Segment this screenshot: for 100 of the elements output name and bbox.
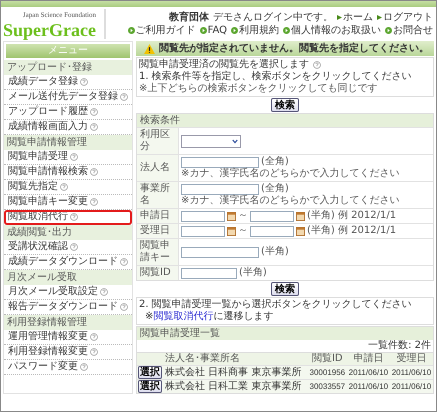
instruction-text: 2. 閲覧申請受理一覧から選択ボタンをクリックしてください bbox=[139, 299, 413, 310]
help-icon[interactable] bbox=[90, 333, 98, 341]
triangle-icon bbox=[377, 15, 382, 20]
menu-section: 月次メール受取 bbox=[4, 270, 132, 285]
date-field[interactable] bbox=[250, 210, 294, 222]
circle-arrow-icon bbox=[128, 27, 135, 34]
caret-icon bbox=[232, 138, 238, 144]
warning-icon bbox=[144, 44, 155, 54]
menu-item[interactable]: 成績データ登録 bbox=[4, 75, 132, 90]
calendar-icon[interactable] bbox=[227, 226, 236, 236]
instruction-text: に遷移します bbox=[213, 311, 274, 323]
help-icon[interactable] bbox=[70, 153, 78, 161]
instruction-note: ※上下どちらの検索ボタンをクリックしても同じです bbox=[139, 83, 378, 95]
menu-item[interactable]: 利用登録情報変更 bbox=[4, 345, 132, 360]
help-icon[interactable] bbox=[60, 183, 68, 191]
range-separator: ～ bbox=[238, 210, 248, 222]
form-title: 検索条件 bbox=[137, 114, 433, 127]
input-field[interactable] bbox=[181, 184, 259, 194]
instruction-text: 閲覧申請受理済の閲覧先を選択します bbox=[139, 59, 309, 70]
note-mark: ※ bbox=[145, 311, 154, 323]
help-icon[interactable] bbox=[120, 303, 128, 311]
menu-item[interactable]: アップロード履歴 bbox=[4, 105, 132, 120]
menu-item[interactable]: 月次メール受取設定 bbox=[4, 285, 132, 300]
menu-section: 閲覧申請情報管理 bbox=[4, 135, 132, 150]
menu-item[interactable]: 受講状況確認 bbox=[4, 240, 132, 255]
help-icon[interactable] bbox=[90, 168, 98, 176]
calendar-icon[interactable] bbox=[227, 212, 236, 220]
menu-item[interactable]: パスワード変更 bbox=[4, 360, 132, 375]
circle-arrow-icon bbox=[231, 27, 238, 34]
menu-item[interactable]: 閲覧先指定 bbox=[4, 180, 132, 195]
dropdown[interactable] bbox=[181, 134, 241, 148]
column-header: 受理日 bbox=[390, 353, 433, 366]
field-hint: ※カナ、漢字氏名のどちらかで入力してください bbox=[181, 195, 400, 207]
login-message: デモさんログイン中です。 bbox=[213, 12, 333, 24]
help-icon[interactable] bbox=[120, 93, 128, 101]
menu-item[interactable]: 閲覧申請キー変更 bbox=[4, 195, 132, 210]
table-cell: 2011/06/10 bbox=[390, 366, 433, 380]
search-button[interactable]: 検索 bbox=[271, 282, 299, 296]
nav-link[interactable]: 個人情報のお取扱い bbox=[283, 24, 381, 36]
field-hint: (半角) 例 2012/1/1 bbox=[307, 210, 396, 222]
help-icon[interactable] bbox=[90, 198, 98, 206]
field-hint: (半角) 例 2012/1/1 bbox=[307, 225, 396, 237]
date-field[interactable] bbox=[181, 210, 225, 222]
help-icon[interactable] bbox=[80, 363, 88, 371]
help-icon[interactable] bbox=[100, 288, 108, 296]
search-button[interactable]: 検索 bbox=[271, 98, 299, 112]
warning-text: 閲覧先が指定されていません。閲覧先を指定してください。 bbox=[159, 42, 429, 54]
table-cell: 2011/06/10 bbox=[346, 366, 390, 380]
circle-arrow-icon bbox=[385, 27, 392, 34]
table-cell: 30001956 bbox=[308, 366, 347, 380]
menu-item[interactable]: メール送付先データ登録 bbox=[4, 90, 132, 105]
help-icon[interactable] bbox=[313, 61, 321, 69]
instruction-text: 1. 検索条件等を指定し、検索ボタンをクリックしてください bbox=[139, 71, 413, 82]
nav-link[interactable]: 利用規約 bbox=[231, 24, 279, 36]
field-hint: (全角) bbox=[261, 183, 289, 195]
triangle-icon bbox=[337, 15, 342, 20]
date-field[interactable] bbox=[181, 226, 225, 236]
input-field[interactable] bbox=[181, 246, 259, 258]
input-field[interactable] bbox=[181, 156, 259, 168]
nav-link[interactable]: FAQ bbox=[200, 24, 227, 36]
help-icon[interactable] bbox=[90, 348, 98, 356]
calendar-icon[interactable] bbox=[296, 212, 305, 220]
help-icon[interactable] bbox=[120, 258, 128, 266]
menu-item[interactable]: 運用管理情報変更 bbox=[4, 330, 132, 345]
nav-link[interactable]: お問合せ bbox=[385, 24, 433, 36]
column-header: 申請日 bbox=[346, 353, 390, 366]
user-type: 教育団体 bbox=[169, 12, 209, 24]
calendar-icon[interactable] bbox=[296, 226, 305, 236]
menu-item[interactable]: 閲覧申請受理 bbox=[4, 150, 132, 165]
help-icon[interactable] bbox=[90, 123, 98, 131]
table-cell: 株式会社 日科商事 東京事業所 bbox=[164, 366, 308, 380]
field-hint: (半角) bbox=[261, 246, 289, 258]
field-hint: ※カナ、漢字氏名のどちらかで入力してください bbox=[181, 168, 400, 180]
page-link[interactable]: 閲覧取消代行 bbox=[153, 311, 214, 323]
column-header: 法人名･事業所名 bbox=[164, 353, 308, 366]
help-icon[interactable] bbox=[80, 78, 88, 86]
help-icon[interactable] bbox=[70, 243, 78, 251]
help-icon[interactable] bbox=[90, 108, 98, 116]
table-cell: 2011/06/10 bbox=[390, 380, 433, 393]
select-button[interactable]: 選択 bbox=[138, 366, 162, 379]
circle-arrow-icon bbox=[200, 27, 207, 34]
menu-item[interactable]: 閲覧申請情報検索 bbox=[4, 165, 132, 180]
menu-section: 成績閲覧･出力 bbox=[4, 225, 132, 240]
result-count: 一覧件数: 2件 bbox=[368, 340, 431, 352]
help-icon[interactable] bbox=[70, 213, 78, 221]
menu-section: アップロード･登録 bbox=[4, 60, 132, 75]
column-header: 閲覧ID bbox=[308, 353, 347, 366]
table-cell: 30033557 bbox=[308, 380, 347, 393]
select-button[interactable]: 選択 bbox=[138, 380, 162, 393]
header-link[interactable]: ホーム bbox=[337, 12, 373, 24]
nav-link[interactable]: ご利用ガイド bbox=[128, 24, 196, 36]
input-field[interactable] bbox=[181, 268, 237, 278]
field-hint: (半角) bbox=[239, 267, 267, 279]
header-link[interactable]: ログアウト bbox=[377, 12, 433, 24]
menu-section: 利用登録情報管理 bbox=[4, 315, 132, 330]
date-field[interactable] bbox=[250, 226, 294, 236]
table-cell: 株式会社 日科工業 東京事業所 bbox=[164, 380, 308, 393]
circle-arrow-icon bbox=[283, 27, 290, 34]
table-cell: 2011/06/10 bbox=[346, 380, 390, 393]
list-title: 閲覧申請受理一覧 bbox=[137, 327, 433, 340]
